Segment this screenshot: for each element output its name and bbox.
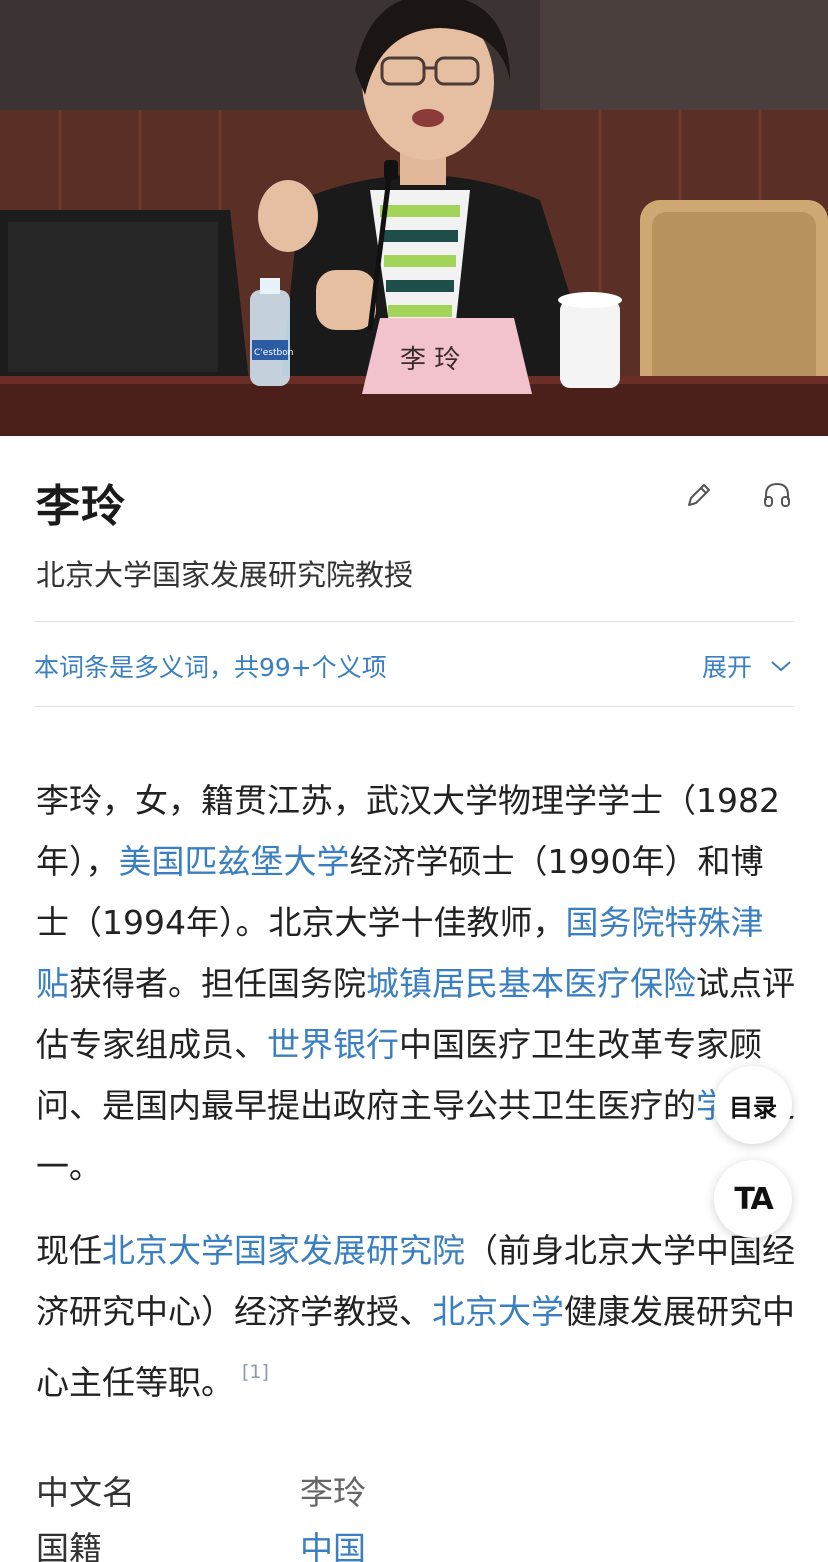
bottle-label: C'estbon (254, 348, 293, 358)
expand-button[interactable]: 展开 (702, 648, 792, 684)
citation-link[interactable]: [1] (242, 1361, 269, 1383)
article-text: 获得者。担任国务院 (69, 964, 366, 1003)
title-actions (682, 478, 794, 512)
page-title: 李玲 (36, 481, 126, 532)
baike-article-page: C'estbon 李 玲 李玲 北京大学国家发展研究院教授 本词条是多义词，共9… (0, 0, 828, 1562)
article-link[interactable]: 世界银行 (267, 1025, 399, 1064)
hero-photo[interactable]: C'estbon 李 玲 (0, 0, 828, 436)
article-paragraph-1: 李玲，女，籍贯江苏，武汉大学物理学学士（1982年），美国匹兹堡大学经济学硕士（… (36, 770, 796, 1197)
polysemy-text[interactable]: 本词条是多义词，共99+个义项 (34, 648, 387, 684)
toc-button[interactable]: 目录 (714, 1066, 792, 1144)
expand-label: 展开 (701, 653, 752, 682)
chevron-down-icon (771, 661, 791, 672)
info-value-link[interactable]: 中国 (300, 1522, 366, 1562)
article-link[interactable]: 城镇居民基本医疗保险 (366, 964, 696, 1003)
info-value: 李玲 (300, 1473, 366, 1512)
article-link[interactable]: 北京大学 (432, 1292, 564, 1331)
polysemy-row[interactable]: 本词条是多义词，共99+个义项 展开 (34, 646, 794, 686)
info-key: 中文名 (36, 1473, 135, 1512)
info-key: 国籍 (36, 1529, 102, 1562)
pencil-icon[interactable] (682, 478, 716, 512)
article-text: 现任 (36, 1231, 102, 1270)
page-subtitle: 北京大学国家发展研究院教授 (36, 558, 414, 592)
article-paragraph-2: 现任北京大学国家发展研究院（前身北京大学中国经济研究中心）经济学教授、北京大学健… (36, 1220, 796, 1413)
article-link[interactable]: 北京大学国家发展研究院 (102, 1231, 465, 1270)
headphones-icon[interactable] (760, 478, 794, 512)
hero-photo-illustration: C'estbon 李 玲 (0, 0, 828, 436)
info-row-chinese-name: 中文名 李玲 (36, 1466, 796, 1520)
article-link[interactable]: 美国匹兹堡大学 (119, 842, 350, 881)
text-size-button[interactable]: TA (714, 1160, 792, 1238)
divider (34, 621, 794, 622)
divider (34, 706, 794, 707)
info-row-nationality: 国籍 中国 (36, 1522, 796, 1562)
nameplate-text: 李 玲 (400, 345, 460, 375)
